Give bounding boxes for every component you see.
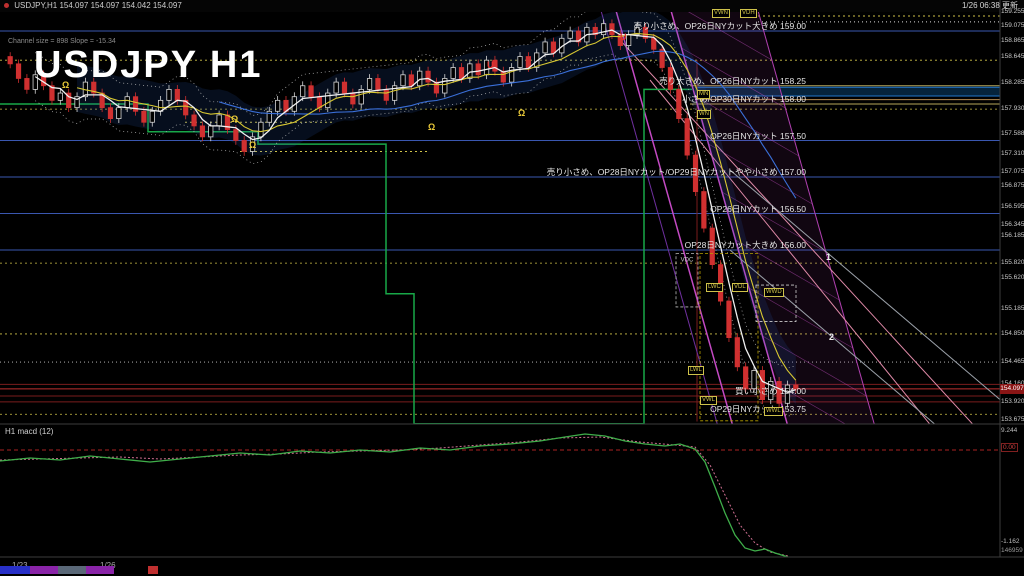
channel-number-label: 1 — [826, 252, 831, 262]
signal-marker-omega: Ω — [518, 108, 525, 118]
price-axis-label: 159.255 — [1001, 8, 1023, 15]
price-axis-label: 155.820 — [1001, 259, 1023, 266]
pivot-tag-vdh: VDH — [740, 9, 757, 18]
pivot-tag-vwl: VWL — [700, 396, 717, 405]
price-level-annotation: OP28日NYカット大きめ 156.00 — [685, 239, 806, 251]
pivot-tag-lwc: LWC — [706, 283, 723, 292]
price-axis-label: 157.075 — [1001, 168, 1023, 175]
price-level-annotation: 売り小さめ、OP26日NYカット大きめ 159.00 — [634, 20, 806, 32]
signal-marker-omega: Ω — [249, 140, 256, 150]
price-level-annotation: 売り小さめ、OP28日NYカット/OP29日NYカットやや小さめ 157.00 — [547, 166, 806, 178]
price-axis-label: 155.620 — [1001, 274, 1023, 281]
price-level-annotation: 売り大きめ、OP26日NYカット 158.25 — [659, 75, 806, 87]
signal-marker-omega: Ω — [62, 80, 69, 90]
price-axis-label: 159.075 — [1001, 22, 1023, 29]
price-axis-label: 156.875 — [1001, 182, 1023, 189]
price-axis-label: 157.588 — [1001, 130, 1023, 137]
legend-color-swatch — [148, 566, 158, 574]
price-axis-label: 155.185 — [1001, 305, 1023, 312]
trading-chart-window: USDJPY,H1 154.097 154.097 154.042 154.09… — [0, 0, 1024, 576]
pivot-tag-vdl: VDL — [732, 283, 748, 292]
price-axis-label: 156.345 — [1001, 221, 1023, 228]
price-axis-label: 156.595 — [1001, 203, 1023, 210]
price-axis-label: 158.865 — [1001, 37, 1023, 44]
signal-marker-u: U — [620, 32, 627, 42]
price-axis-label: 154.850 — [1001, 330, 1023, 337]
price-level-annotation: 買い小さめ 154.00 — [735, 385, 806, 397]
price-axis-label: 154.465 — [1001, 358, 1023, 365]
price-level-annotation: OP29日NYカット 153.75 — [710, 403, 806, 415]
signal-marker-omega: Ω — [428, 122, 435, 132]
pivot-tag-wn: WN — [697, 110, 711, 119]
indicator-label: H1 macd (12) — [5, 427, 53, 436]
pivot-tag-lwl: LWL — [688, 366, 704, 375]
pivot-tag-vwn: VWN — [712, 9, 730, 18]
channel-number-label: 2 — [829, 332, 834, 342]
legend-color-swatch — [86, 566, 114, 574]
price-axis-label: 153.675 — [1001, 416, 1023, 423]
channel-info-label: Channel size = 898 Slope = -15.34 — [8, 38, 116, 45]
time-axis[interactable]: 1/231/26 — [0, 558, 1024, 576]
legend-color-swatch — [0, 566, 30, 574]
macd-axis-label: -1.162 — [1001, 538, 1019, 545]
current-price-tag: 154.097 — [1000, 384, 1024, 394]
price-axis-label: 156.185 — [1001, 232, 1023, 239]
signal-marker-u: U — [487, 60, 494, 70]
price-level-annotation: OP26日NYカット 157.50 — [710, 130, 806, 142]
svg-text:VDC: VDC — [681, 258, 694, 264]
price-axis-label: 158.285 — [1001, 79, 1023, 86]
price-level-annotation: OP26日NYカット 156.50 — [710, 203, 806, 215]
macd-layer — [0, 434, 1000, 557]
price-axis-label: 157.310 — [1001, 150, 1023, 157]
price-axis-label: 157.930 — [1001, 105, 1023, 112]
price-axis-label: 158.645 — [1001, 53, 1023, 60]
macd-axis-label: 9.244 — [1001, 427, 1017, 434]
legend-color-swatch — [58, 566, 86, 574]
pivot-tag-wwl: WWL — [764, 407, 783, 416]
pivot-tag-wwd: WWD — [764, 288, 784, 297]
legend-color-swatch — [30, 566, 58, 574]
macd-axis-label: 146959 — [1001, 547, 1023, 554]
macd-axis-label: 0.00 — [1001, 443, 1018, 452]
price-axis-label: 153.920 — [1001, 398, 1023, 405]
pivot-tag-mn: MN — [697, 90, 710, 99]
signal-marker-omega: Ω — [231, 114, 238, 124]
